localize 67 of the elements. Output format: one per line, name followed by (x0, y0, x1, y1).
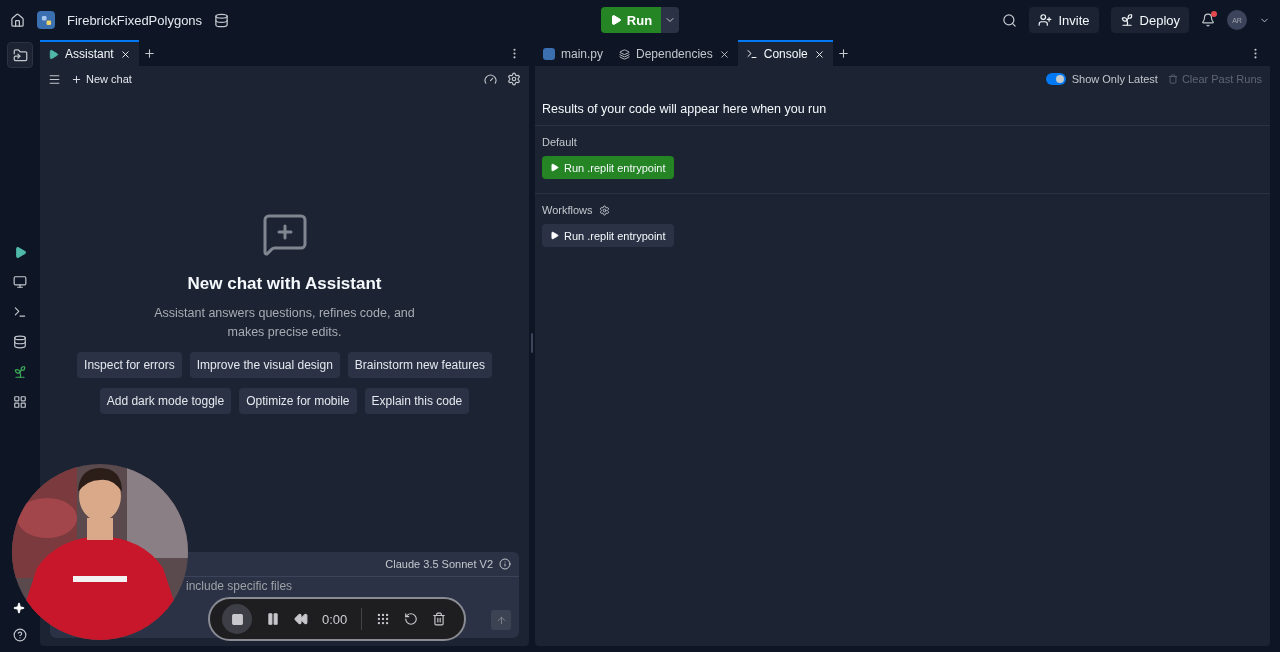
user-plus-icon (1038, 13, 1053, 27)
project-name[interactable]: FirebrickFixedPolygons (67, 12, 203, 28)
settings-icon[interactable] (598, 204, 610, 216)
run-entrypoint-button[interactable]: Run .replit entrypoint (542, 224, 674, 247)
recording-time: 0:00 (322, 611, 348, 627)
add-tab-icon[interactable] (142, 46, 156, 60)
suggestion-chip[interactable]: Inspect for errors (77, 352, 182, 378)
console-message: Results of your code will appear here when you run (535, 92, 1270, 126)
rewind-icon[interactable] (294, 612, 308, 626)
database-icon[interactable] (11, 333, 29, 351)
toggle-label: Show Only Latest (1071, 73, 1158, 85)
add-tab-icon[interactable] (836, 46, 850, 60)
suggestion-chip[interactable]: Improve the visual design (189, 352, 340, 378)
monitor-icon[interactable] (11, 273, 29, 291)
show-latest-toggle[interactable] (1045, 73, 1066, 85)
section-title: Default (542, 136, 577, 148)
close-icon[interactable] (119, 48, 131, 60)
stop-button[interactable] (222, 604, 252, 634)
grid-icon[interactable] (11, 393, 29, 411)
stop-icon (230, 612, 244, 626)
sprout-icon (1119, 13, 1134, 27)
layers-icon (619, 48, 631, 60)
search-icon[interactable] (1002, 12, 1018, 28)
editor-tab[interactable]: Console (737, 40, 833, 66)
editor-tab[interactable]: main.py (535, 40, 612, 66)
plus-icon (71, 73, 82, 85)
chat-input[interactable]: include specific files (186, 579, 336, 593)
run-entrypoint-button[interactable]: Run .replit entrypoint (542, 156, 674, 179)
deploy-button[interactable]: Deploy (1110, 7, 1189, 33)
notifications-icon[interactable] (1201, 13, 1215, 27)
menu-icon[interactable] (48, 72, 61, 86)
arrow-up-icon (495, 614, 507, 626)
project-logo-icon (37, 11, 55, 29)
empty-title: New chat with Assistant (187, 274, 382, 294)
suggestion-chip[interactable]: Explain this code (364, 388, 470, 414)
info-icon[interactable] (499, 558, 511, 570)
close-icon[interactable] (813, 48, 825, 60)
pause-icon[interactable] (266, 612, 280, 626)
trash-icon (1167, 74, 1178, 84)
help-icon[interactable] (11, 626, 29, 644)
run-options-button[interactable] (661, 7, 680, 33)
files-icon[interactable] (7, 42, 33, 68)
assistant-tab[interactable]: Assistant (40, 40, 139, 66)
new-chat-button[interactable]: New chat (71, 73, 132, 85)
invite-button[interactable]: Invite (1029, 7, 1099, 33)
suggestion-chip[interactable]: Optimize for mobile (239, 388, 357, 414)
home-icon[interactable] (10, 12, 25, 28)
play-icon (550, 163, 559, 172)
run-button[interactable]: Run (600, 7, 662, 33)
editor-tab[interactable]: Dependencies (611, 40, 738, 66)
section-title: Workflows (542, 204, 593, 216)
assistant-icon (48, 48, 59, 60)
trash-icon[interactable] (432, 612, 447, 626)
suggestion-chip[interactable]: Add dark mode toggle (99, 388, 232, 414)
sparkle-icon[interactable] (13, 602, 25, 614)
terminal-icon (745, 48, 758, 60)
grid-dots-icon[interactable] (376, 612, 391, 626)
database-icon[interactable] (214, 12, 230, 28)
model-name[interactable]: Claude 3.5 Sonnet V2 (385, 558, 493, 570)
empty-description: Assistant answers questions, refines code, and makes precise edits. (153, 305, 416, 341)
close-icon[interactable] (718, 48, 730, 60)
settings-icon[interactable] (507, 72, 521, 86)
gauge-icon[interactable] (484, 72, 497, 86)
play-icon (550, 231, 559, 240)
play-icon (609, 14, 622, 26)
restart-icon[interactable] (404, 612, 419, 626)
suggestion-chip[interactable]: Brainstorm new features (347, 352, 492, 378)
